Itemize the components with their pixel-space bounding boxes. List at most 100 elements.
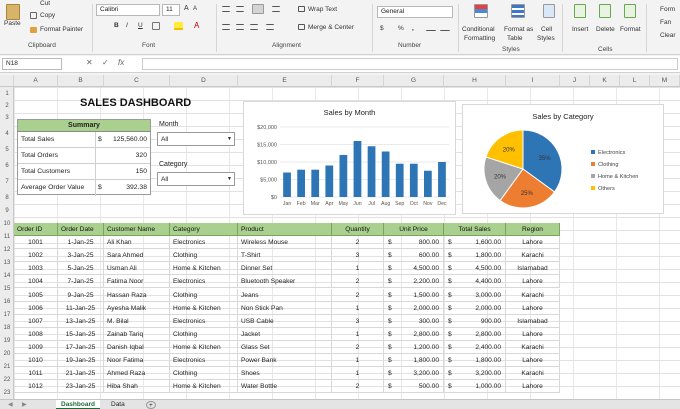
table-cell[interactable]: Shoes: [238, 367, 332, 381]
table-cell[interactable]: Jeans: [238, 288, 332, 302]
table-cell[interactable]: Islamabad: [506, 262, 560, 276]
table-cell[interactable]: Wireless Mouse: [238, 236, 332, 250]
column-header-cell[interactable]: Total Sales: [444, 223, 506, 236]
conditional-formatting-icon[interactable]: [474, 4, 488, 18]
table-cell[interactable]: $1,600.00: [444, 236, 506, 250]
merge-center-button[interactable]: Merge & Center: [308, 24, 354, 31]
bar[interactable]: [438, 162, 446, 197]
col-header[interactable]: D: [170, 75, 238, 87]
wrap-text-button[interactable]: Wrap Text: [308, 6, 337, 13]
table-cell[interactable]: $1,000.00: [444, 380, 506, 394]
table-cell[interactable]: Clothing: [170, 288, 238, 302]
format-cells-icon[interactable]: [624, 4, 636, 18]
col-header[interactable]: A: [14, 75, 58, 87]
table-cell[interactable]: Usman Ali: [104, 262, 170, 276]
table-cell[interactable]: Karachi: [506, 340, 560, 354]
table-cell[interactable]: Clothing: [170, 327, 238, 341]
table-cell[interactable]: Clothing: [170, 249, 238, 263]
column-header-cell[interactable]: Category: [170, 223, 238, 236]
table-cell[interactable]: $600.00: [384, 249, 444, 263]
table-cell[interactable]: Dinner Set: [238, 262, 332, 276]
bar[interactable]: [311, 169, 320, 197]
table-cell[interactable]: 1: [332, 367, 384, 381]
table-cell[interactable]: Noor Fatima: [104, 354, 170, 367]
table-cell[interactable]: 3-Jan-25: [58, 249, 104, 263]
col-header[interactable]: F: [332, 75, 384, 87]
cell-styles-button[interactable]: Cell: [541, 26, 552, 33]
merge-center-icon[interactable]: [298, 24, 305, 30]
row-header[interactable]: 4: [0, 131, 14, 137]
table-cell[interactable]: 3: [332, 249, 384, 263]
row-header[interactable]: 5: [0, 147, 14, 153]
col-header[interactable]: G: [384, 75, 444, 87]
table-cell[interactable]: Ayesha Malik: [104, 301, 170, 315]
table-cell[interactable]: Karachi: [506, 249, 560, 263]
table-cell[interactable]: Electronics: [170, 236, 238, 250]
table-cell[interactable]: $3,000.00: [444, 288, 506, 302]
table-cell[interactable]: 1008: [14, 327, 58, 341]
bar[interactable]: [297, 169, 305, 197]
table-cell[interactable]: Zainab Tariq: [104, 327, 170, 341]
decrease-decimal-icon[interactable]: [440, 26, 450, 31]
table-cell[interactable]: 19-Jan-25: [58, 354, 104, 367]
table-cell[interactable]: 1006: [14, 301, 58, 315]
table-cell[interactable]: 2: [332, 340, 384, 354]
nav-left-icon[interactable]: ◀: [8, 400, 13, 409]
column-header-cell[interactable]: Order Date: [58, 223, 104, 236]
table-cell[interactable]: $1,800.00: [384, 354, 444, 367]
table-cell[interactable]: 21-Jan-25: [58, 367, 104, 381]
row-header[interactable]: 9: [0, 208, 14, 214]
comma-button[interactable]: ,: [412, 25, 414, 32]
table-cell[interactable]: 7-Jan-25: [58, 275, 104, 289]
col-header[interactable]: I: [506, 75, 560, 87]
row-header[interactable]: 1: [0, 91, 14, 97]
cut-button[interactable]: Cut: [40, 0, 50, 7]
insert-cells-icon[interactable]: [574, 4, 586, 18]
insert-function-button[interactable]: fx: [118, 58, 124, 67]
column-header-cell[interactable]: Region: [506, 223, 560, 236]
bar[interactable]: [339, 155, 348, 197]
table-cell[interactable]: Glass Set: [238, 340, 332, 354]
table-cell[interactable]: 1-Jan-25: [58, 236, 104, 250]
table-cell[interactable]: 1: [332, 354, 384, 367]
col-header[interactable]: M: [650, 75, 680, 87]
column-header-cell[interactable]: Quantity: [332, 223, 384, 236]
column-header-cell[interactable]: Unit Price: [384, 223, 444, 236]
row-header[interactable]: 21: [0, 364, 14, 370]
corner-select-all[interactable]: [0, 75, 14, 87]
table-cell[interactable]: $2,800.00: [384, 327, 444, 341]
col-header[interactable]: B: [58, 75, 104, 87]
table-cell[interactable]: Home & Kitchen: [170, 262, 238, 276]
table-cell[interactable]: 9-Jan-25: [58, 288, 104, 302]
table-cell[interactable]: Lahore: [506, 354, 560, 367]
row-header[interactable]: 23: [0, 390, 14, 396]
bar[interactable]: [353, 141, 362, 197]
table-cell[interactable]: $4,500.00: [444, 262, 506, 276]
align-left-icon[interactable]: [222, 24, 230, 30]
table-cell[interactable]: 1: [332, 327, 384, 341]
cell-styles-icon[interactable]: [543, 4, 555, 18]
table-cell[interactable]: Water Bottle: [238, 380, 332, 394]
table-cell[interactable]: Hiba Shah: [104, 380, 170, 394]
table-cell[interactable]: M. Bilal: [104, 314, 170, 328]
table-cell[interactable]: 1007: [14, 314, 58, 328]
table-cell[interactable]: $1,500.00: [384, 288, 444, 302]
table-cell[interactable]: $900.00: [444, 314, 506, 328]
bar[interactable]: [409, 163, 418, 197]
row-header[interactable]: 14: [0, 273, 14, 279]
table-cell[interactable]: T-Shirt: [238, 249, 332, 263]
table-cell[interactable]: 1011: [14, 367, 58, 381]
row-header[interactable]: 19: [0, 338, 14, 344]
format-as-table-button[interactable]: Format as: [504, 26, 533, 33]
enter-icon[interactable]: ✓: [102, 58, 109, 67]
table-cell[interactable]: 1010: [14, 354, 58, 367]
delete-cells-icon[interactable]: [599, 4, 611, 18]
table-cell[interactable]: 1009: [14, 340, 58, 354]
table-cell[interactable]: $500.00: [384, 380, 444, 394]
col-header[interactable]: J: [560, 75, 590, 87]
table-cell[interactable]: 3: [332, 314, 384, 328]
table-cell[interactable]: 1003: [14, 262, 58, 276]
table-cell[interactable]: Bluetooth Speaker: [238, 275, 332, 289]
table-cell[interactable]: Electronics: [170, 314, 238, 328]
row-header[interactable]: 11: [0, 234, 14, 240]
